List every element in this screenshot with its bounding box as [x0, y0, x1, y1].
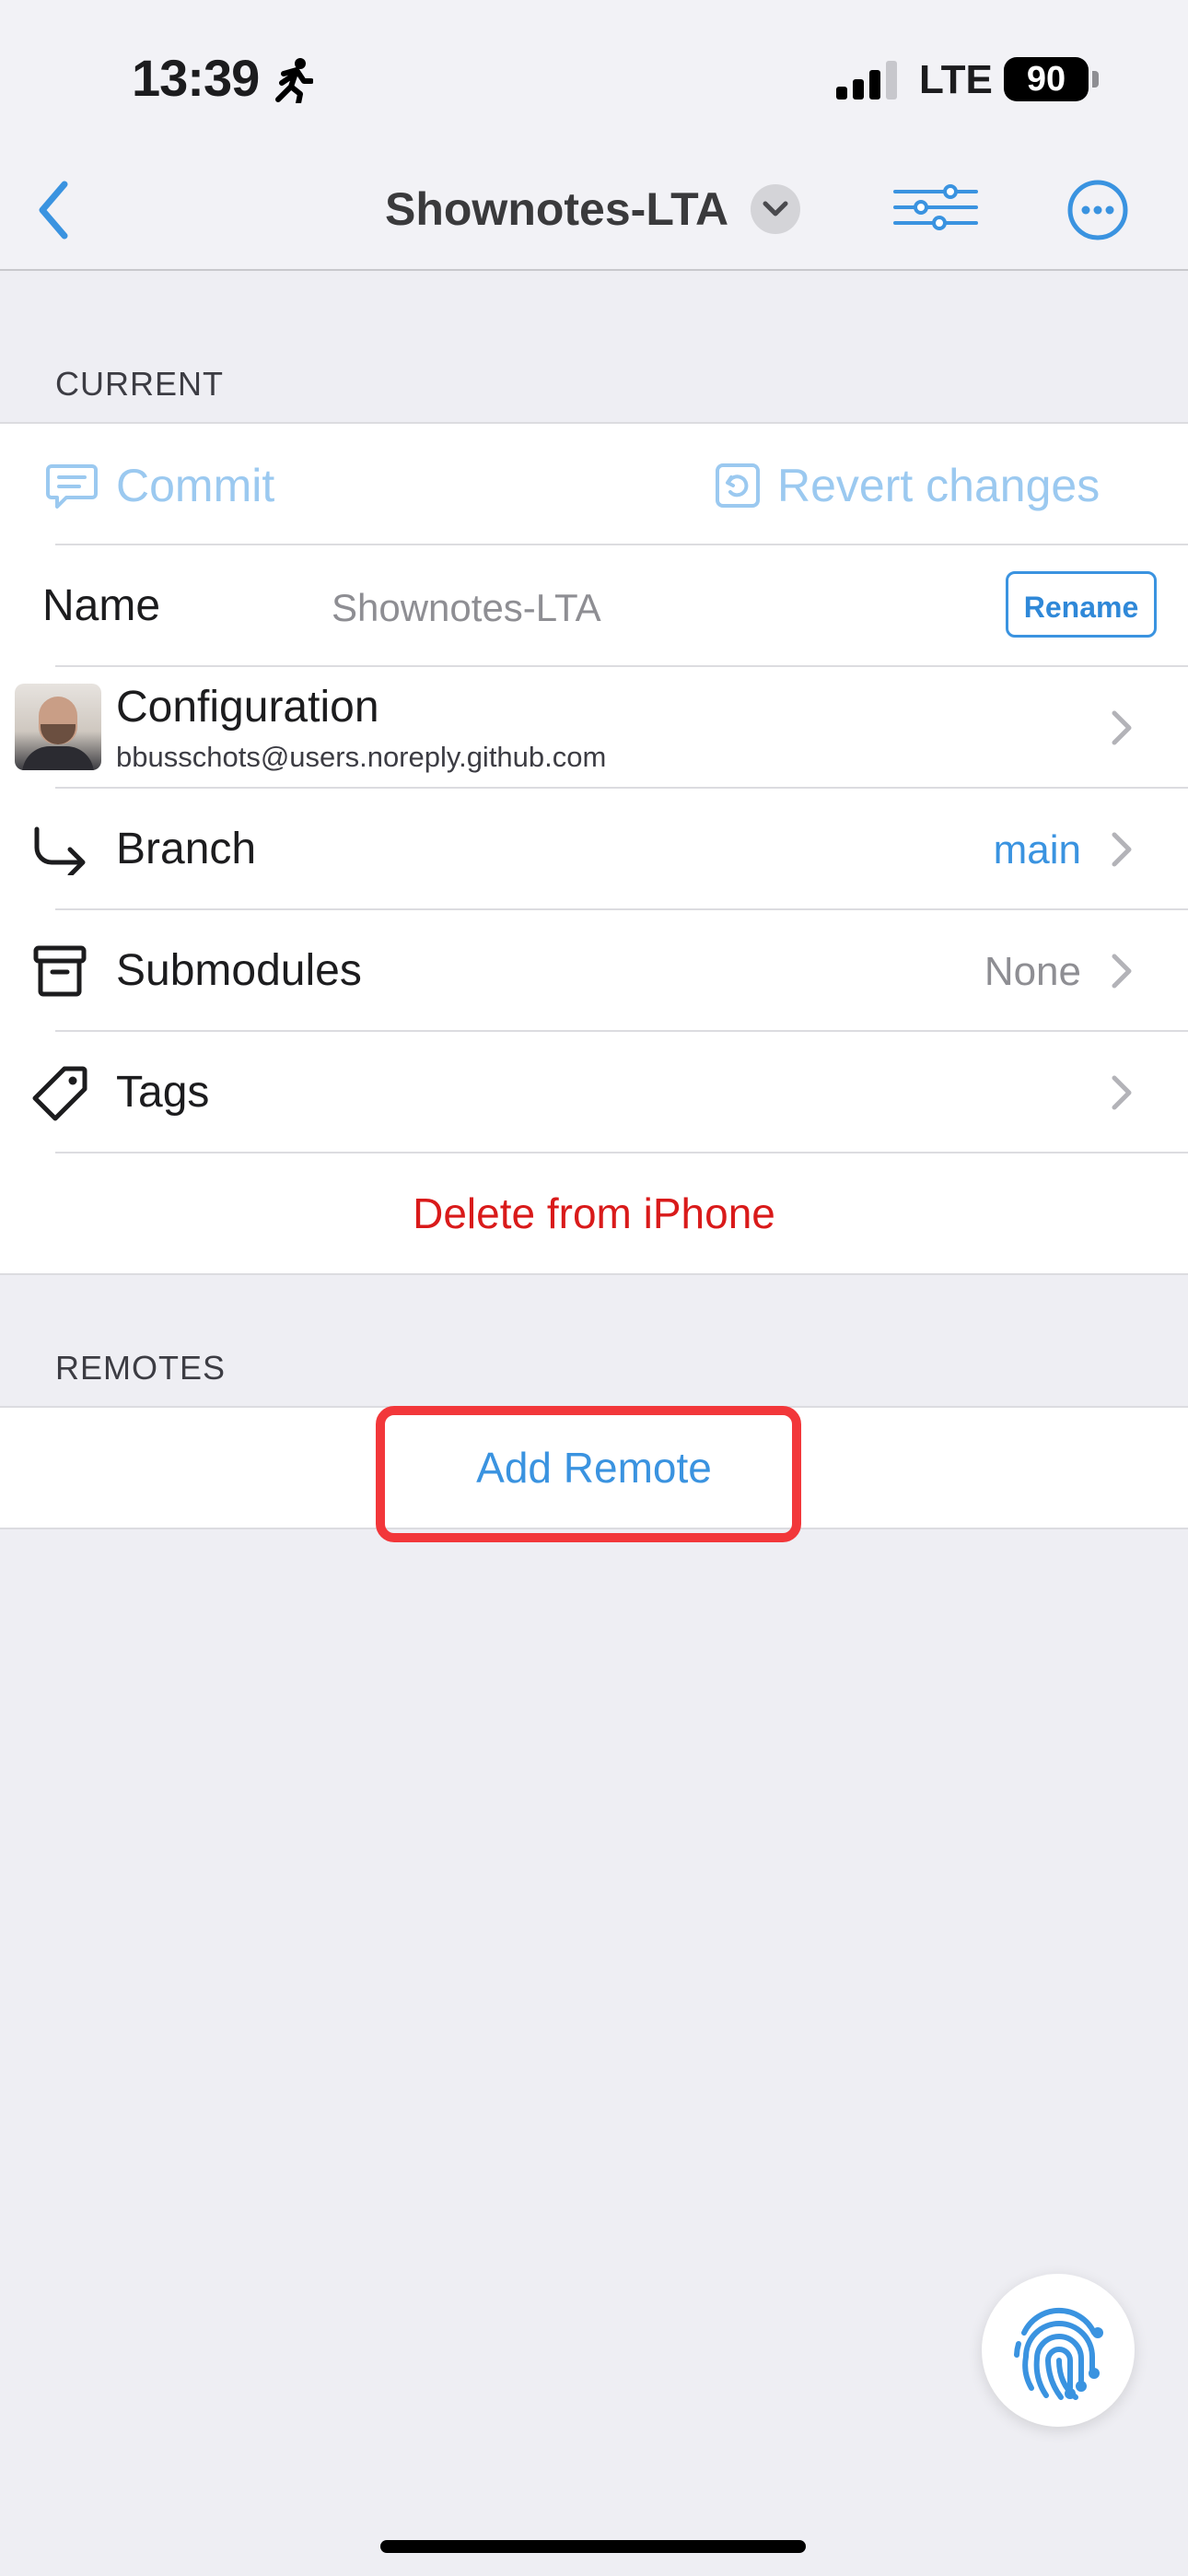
chevron-right-icon [1112, 832, 1132, 867]
configuration-row[interactable]: Configuration bbusschots@users.noreply.g… [0, 667, 1188, 789]
delete-row[interactable]: Delete from iPhone [0, 1153, 1188, 1275]
submodules-value: None [984, 949, 1081, 994]
chevron-right-icon [1112, 710, 1132, 745]
running-figure-icon [275, 58, 313, 103]
battery-cap [1092, 71, 1099, 88]
battery-icon: 90 [1004, 57, 1089, 101]
revert-changes-button[interactable]: Revert changes [777, 459, 1100, 512]
commit-speech-bubble-icon [46, 464, 98, 509]
tags-row[interactable]: Tags [0, 1032, 1188, 1153]
status-bar: 13:39 LTE 90 [0, 0, 1188, 157]
repository-title[interactable]: Shownotes-LTA [385, 182, 728, 236]
fingerprint-button[interactable] [982, 2274, 1135, 2427]
submodules-label: Submodules [116, 946, 362, 995]
archive-box-icon [33, 945, 87, 997]
chevron-down-icon[interactable] [751, 184, 800, 234]
commit-revert-row: Commit Revert changes [0, 424, 1188, 545]
avatar [15, 684, 101, 770]
filter-sliders-icon[interactable] [893, 184, 978, 230]
branch-value: main [993, 827, 1081, 872]
name-label: Name [42, 581, 161, 630]
delete-from-iphone-button[interactable]: Delete from iPhone [0, 1188, 1188, 1238]
revert-icon [716, 463, 760, 508]
tags-label: Tags [116, 1068, 210, 1117]
home-indicator [380, 2540, 806, 2553]
more-icon[interactable] [1066, 179, 1129, 241]
submodules-row[interactable]: Submodules None [0, 910, 1188, 1032]
configuration-label: Configuration [116, 683, 379, 732]
fingerprint-icon [1014, 2307, 1103, 2400]
name-field[interactable]: Shownotes-LTA [332, 586, 601, 630]
back-icon[interactable] [35, 175, 72, 245]
tag-icon [32, 1066, 87, 1121]
branch-arrow-icon [34, 826, 86, 875]
branch-label: Branch [116, 825, 257, 873]
section-header-current: CURRENT [55, 365, 224, 403]
configuration-email: bbusschots@users.noreply.github.com [116, 741, 607, 773]
section-header-remotes: REMOTES [55, 1349, 227, 1387]
branch-row[interactable]: Branch main [0, 789, 1188, 910]
navigation-bar: Shownotes-LTA [0, 157, 1188, 271]
cellular-signal-icon [836, 61, 897, 100]
commit-button[interactable]: Commit [116, 459, 274, 512]
chevron-right-icon [1112, 1075, 1132, 1110]
chevron-right-icon [1112, 954, 1132, 989]
network-type: LTE [919, 57, 993, 102]
rename-button[interactable]: Rename [1006, 571, 1157, 638]
name-row: Name Shownotes-LTA Rename [0, 545, 1188, 667]
current-group: Commit Revert changes Name Shownotes-LTA… [0, 422, 1188, 1275]
highlight-box [376, 1406, 801, 1542]
status-time: 13:39 [132, 49, 260, 107]
